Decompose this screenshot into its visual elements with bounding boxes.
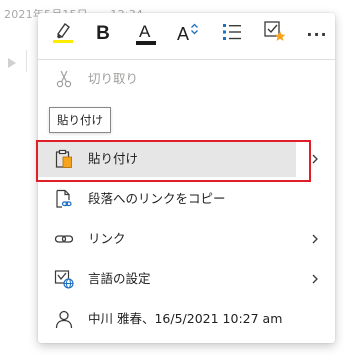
menu-item-language[interactable]: 言語の設定 <box>38 261 335 297</box>
tag-icon <box>263 20 287 48</box>
font-color-letter: A <box>139 22 151 41</box>
menu-item-copy-link-label: 段落へのリンクをコピー <box>88 191 226 206</box>
bullet-list-icon <box>221 21 243 47</box>
font-size-button[interactable]: A <box>174 21 200 47</box>
font-color-button[interactable]: A <box>133 21 159 47</box>
menu-item-paste-label: 貼り付け <box>88 151 139 166</box>
menu-item-paste[interactable]: 貼り付け <box>38 141 296 177</box>
font-color-icon: A <box>135 22 157 46</box>
more-icon: ··· <box>306 24 328 44</box>
bullet-list-button[interactable] <box>219 21 245 47</box>
language-icon <box>54 269 74 289</box>
highlighter-button[interactable] <box>50 21 76 47</box>
page-link-icon <box>54 189 74 209</box>
context-menu: B A A ··· 切り取り 貼り付け 段落へのリンクをコピー リンク 言語の設… <box>38 13 335 343</box>
person-icon <box>54 309 74 329</box>
tag-button[interactable] <box>262 21 288 47</box>
font-size-icon: A <box>175 22 199 46</box>
font-color-bar <box>136 41 156 45</box>
bold-button[interactable]: B <box>90 21 116 47</box>
chevron-right-icon <box>307 271 323 287</box>
mini-toolbar: B A A ··· <box>38 13 335 57</box>
clipboard-icon <box>54 149 74 169</box>
menu-item-cut-label: 切り取り <box>88 71 139 86</box>
menu-item-copy-link[interactable]: 段落へのリンクをコピー <box>38 181 335 217</box>
menu-item-link-label: リンク <box>88 231 126 246</box>
menu-item-author-label: 中川 雅春、16/5/2021 10:27 am <box>88 311 283 326</box>
menu-item-language-label: 言語の設定 <box>88 271 151 286</box>
highlighter-icon <box>52 20 74 48</box>
menu-item-paste-submenu[interactable] <box>296 141 335 177</box>
scissors-icon <box>54 69 74 89</box>
toolbar-separator <box>38 59 335 60</box>
menu-item-cut[interactable]: 切り取り <box>38 61 335 97</box>
chevron-right-icon <box>307 231 323 247</box>
menu-item-link[interactable]: リンク <box>38 221 335 257</box>
bold-icon: B <box>96 23 110 44</box>
background-fold-icon <box>8 58 16 68</box>
link-icon <box>54 229 74 249</box>
more-button[interactable]: ··· <box>304 21 330 47</box>
paste-tooltip: 貼り付け <box>49 107 111 133</box>
menu-item-author-info: 中川 雅春、16/5/2021 10:27 am <box>38 301 335 337</box>
font-size-letter: A <box>177 24 190 44</box>
chevron-right-icon <box>307 151 323 167</box>
